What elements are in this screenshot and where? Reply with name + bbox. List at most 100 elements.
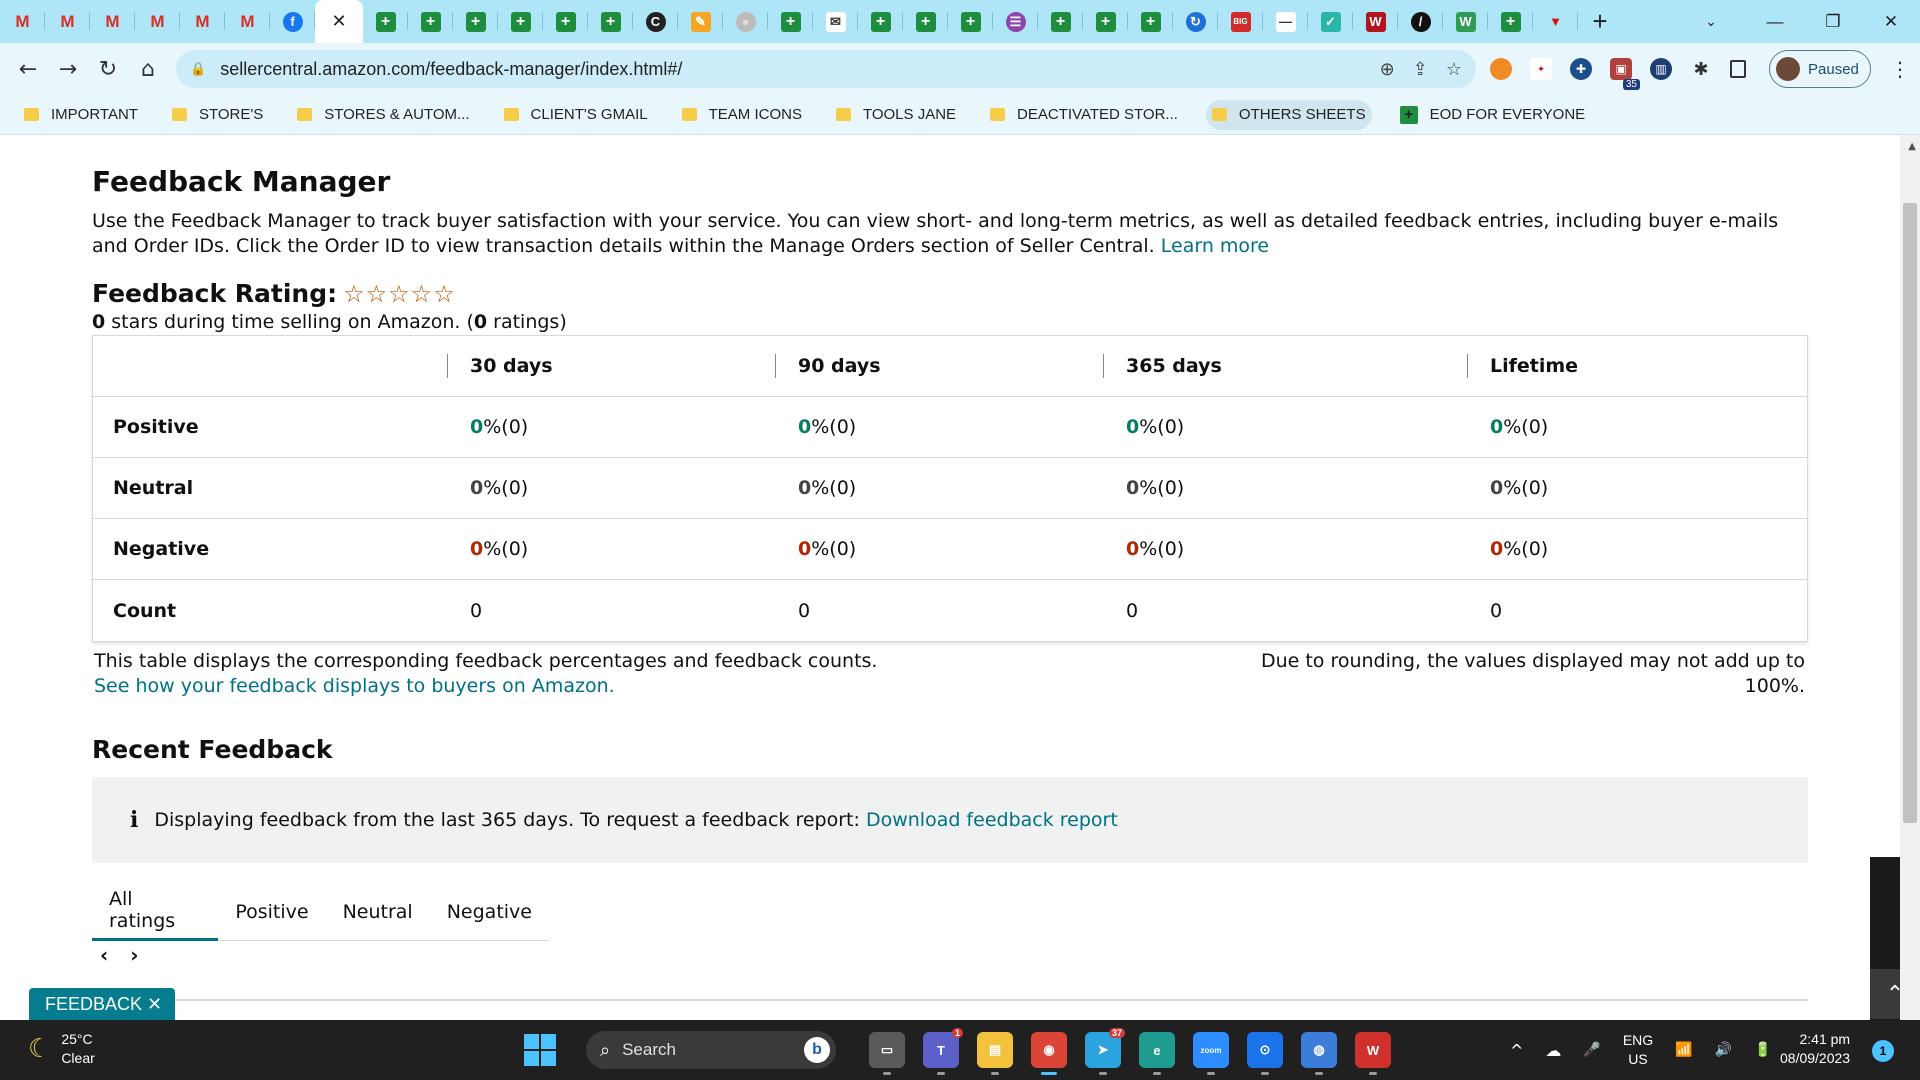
tab-all-ratings[interactable]: All ratings [92, 883, 219, 941]
learn-more-link[interactable]: Learn more [1161, 235, 1269, 257]
browser-tab[interactable]: C [633, 0, 678, 43]
browser-tab[interactable]: + [363, 0, 408, 43]
language-indicator[interactable]: ENG US [1623, 1031, 1653, 1069]
notification-badge[interactable]: 1 [1872, 1040, 1894, 1062]
browser-tab[interactable]: + [453, 0, 498, 43]
browser-tab[interactable]: ✉ [813, 0, 858, 43]
browser-tab[interactable]: + [588, 0, 633, 43]
browser-tab[interactable]: + [948, 0, 993, 43]
browser-tab[interactable]: + [543, 0, 588, 43]
browser-tab[interactable]: — [1263, 0, 1308, 43]
maximize-button[interactable]: ❐ [1804, 0, 1862, 43]
extension-orange-icon[interactable] [1490, 58, 1512, 80]
wps-icon[interactable]: W [1355, 1032, 1391, 1075]
browser-tab[interactable]: W [1353, 0, 1398, 43]
tab-neutral[interactable]: Neutral [326, 883, 430, 941]
extension-chart-icon[interactable]: ▥ [1650, 58, 1672, 80]
browser-tab[interactable]: M [0, 0, 45, 43]
browser-tab[interactable]: + [1488, 0, 1533, 43]
browser-tab[interactable]: + [1038, 0, 1083, 43]
tab-negative[interactable]: Negative [430, 883, 549, 941]
share-icon[interactable]: ⇪ [1413, 59, 1428, 80]
profile-button[interactable]: Paused [1769, 50, 1871, 88]
extension-blue-gear-icon[interactable]: ✚ [1570, 58, 1592, 80]
address-bar[interactable]: 🔒 sellercentral.amazon.com/feedback-mana… [176, 50, 1476, 88]
bookmark-item[interactable]: TEAM ICONS [676, 100, 808, 130]
download-feedback-report-link[interactable]: Download feedback report [866, 809, 1118, 831]
browser-tab[interactable]: f [270, 0, 315, 43]
scrollbar-thumb[interactable] [1903, 203, 1917, 823]
bookmark-item[interactable]: + EOD FOR EVERYONE [1394, 100, 1592, 130]
forward-button[interactable]: → [48, 49, 88, 89]
browser-tab[interactable]: M [45, 0, 90, 43]
volume-icon[interactable]: 🔊 [1715, 1042, 1732, 1058]
browser-tab[interactable]: + [408, 0, 453, 43]
bookmark-item[interactable]: CLIENT'S GMAIL [498, 100, 654, 130]
clock[interactable]: 2:41 pm 08/09/2023 [1780, 1030, 1850, 1068]
browser-tab[interactable]: / [1398, 0, 1443, 43]
browser-tab[interactable]: ● [723, 0, 768, 43]
browser-tab[interactable]: ✕ [315, 0, 363, 43]
browser-tab[interactable]: + [858, 0, 903, 43]
telegram-icon[interactable]: ➤ 37 [1085, 1028, 1125, 1075]
bookmark-star-icon[interactable]: ☆ [1446, 59, 1462, 80]
microphone-icon[interactable]: 🎤 [1583, 1042, 1600, 1058]
feedback-close-icon[interactable]: ✕ [147, 994, 162, 1015]
feedback-button[interactable]: FEEDBACK ✕ [29, 988, 175, 1020]
maps-icon[interactable]: ⊙ [1247, 1032, 1283, 1075]
close-window-button[interactable]: ✕ [1862, 0, 1920, 43]
wifi-icon[interactable]: 📶 [1675, 1042, 1692, 1058]
browser-tab[interactable]: + [768, 0, 813, 43]
edge-icon[interactable]: e [1139, 1032, 1175, 1075]
bookmark-item[interactable]: DEACTIVATED STOR... [984, 100, 1184, 130]
browser-tab[interactable]: BIG [1218, 0, 1263, 43]
pager-prev-icon[interactable]: ‹ [100, 943, 108, 967]
page-scrollbar[interactable]: ▲ [1900, 135, 1920, 1020]
scroll-up-arrow-icon[interactable]: ▲ [1908, 141, 1916, 152]
pager-next-icon[interactable]: › [130, 943, 138, 967]
back-button[interactable]: ← [8, 49, 48, 89]
lock-icon[interactable]: 🔒 [190, 62, 206, 77]
browser-tab[interactable]: + [1083, 0, 1128, 43]
weather-widget[interactable]: ☾ 25°C Clear [28, 1030, 95, 1068]
browser-tab[interactable]: M [135, 0, 180, 43]
extension-badge-icon[interactable]: ▣ 35 [1610, 58, 1640, 90]
bookmark-item[interactable]: STORE'S [166, 100, 269, 130]
zoom-icon[interactable]: ⊕ [1380, 59, 1395, 80]
file-explorer-icon[interactable]: ▤ [977, 1032, 1013, 1075]
browser-tab[interactable]: ↻ [1173, 0, 1218, 43]
bookmark-item[interactable]: TOOLS JANE [830, 100, 962, 130]
browser-tab[interactable]: ✎ [678, 0, 723, 43]
bookmark-item[interactable]: IMPORTANT [18, 100, 144, 130]
minimize-button[interactable]: — [1746, 0, 1804, 43]
close-tab-icon[interactable]: ✕ [331, 11, 346, 32]
extension-sale-icon[interactable]: ✦ [1530, 58, 1552, 80]
onedrive-cloud-icon[interactable]: ☁ [1545, 1041, 1561, 1060]
windows-start-icon[interactable] [524, 1034, 556, 1066]
browser-menu-icon[interactable]: ⋮ [1880, 43, 1920, 95]
bookmark-item[interactable]: STORES & AUTOM... [291, 100, 475, 130]
teams-icon[interactable]: T1 [923, 1028, 963, 1075]
task-view-icon[interactable]: ▭ [869, 1032, 905, 1075]
browser-tab[interactable]: + [498, 0, 543, 43]
feedback-display-link[interactable]: See how your feedback displays to buyers… [94, 674, 877, 699]
browser-tab[interactable]: M [90, 0, 135, 43]
browser-tab[interactable]: M [180, 0, 225, 43]
browser-alt-icon[interactable]: ◍ [1301, 1032, 1337, 1075]
tab-positive[interactable]: Positive [218, 883, 325, 941]
browser-tab[interactable]: ☰ [993, 0, 1038, 43]
bookmark-item[interactable]: OTHERS SHEETS [1205, 99, 1372, 130]
browser-tab[interactable]: ▼ [1533, 0, 1578, 43]
browser-tab[interactable]: ✓ [1308, 0, 1353, 43]
reload-button[interactable]: ↻ [88, 49, 128, 89]
new-tab-button[interactable]: + [1578, 0, 1622, 43]
side-panel-icon[interactable] [1730, 60, 1746, 78]
extensions-puzzle-icon[interactable]: ✱ [1690, 58, 1712, 80]
tab-search-button[interactable]: ⌄ [1688, 0, 1734, 43]
url-text[interactable]: sellercentral.amazon.com/feedback-manage… [220, 59, 682, 80]
browser-tab[interactable]: + [903, 0, 948, 43]
browser-tab[interactable]: W [1443, 0, 1488, 43]
battery-icon[interactable]: 🔋 [1754, 1042, 1771, 1058]
tray-chevron-icon[interactable]: ^ [1510, 1041, 1523, 1060]
bing-icon[interactable]: b [804, 1037, 830, 1063]
